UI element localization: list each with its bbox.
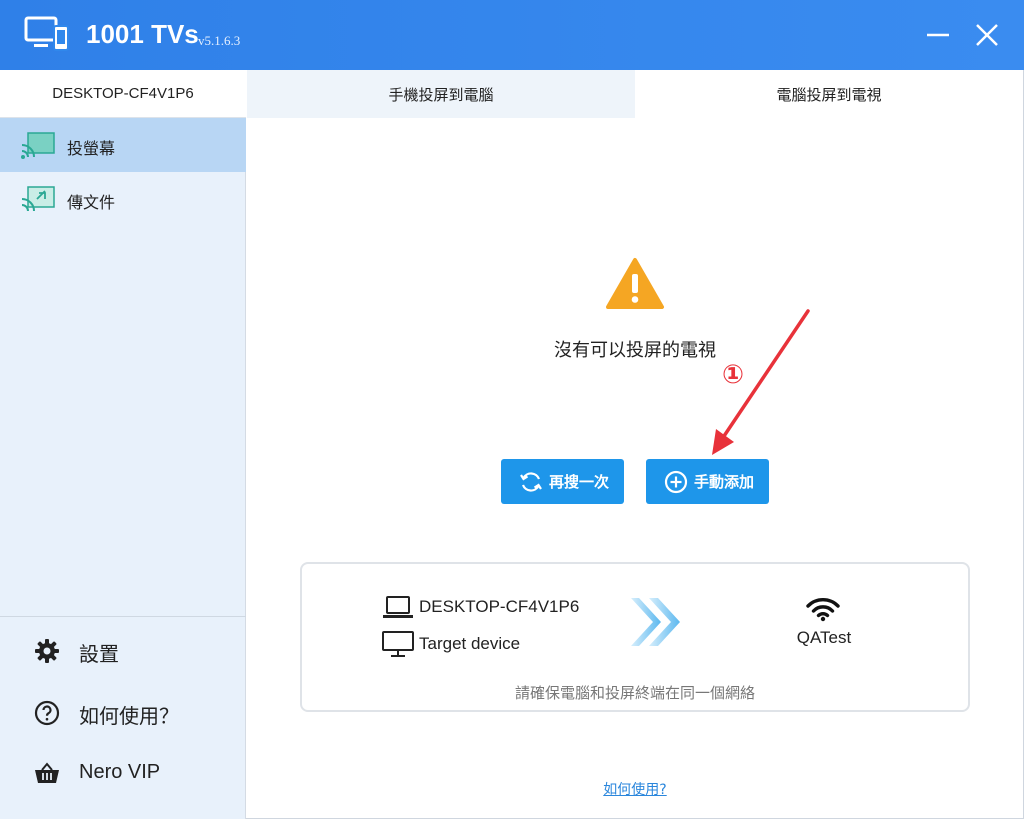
sidebar-item-label: 投螢幕 <box>67 139 116 158</box>
close-button[interactable] <box>970 18 1004 52</box>
nero-vip-label: Nero VIP <box>79 761 161 783</box>
add-manually-button[interactable]: 手動添加 <box>646 459 769 504</box>
nero-vip-button[interactable]: Nero VIP <box>0 743 246 803</box>
monitor-icon <box>382 631 414 657</box>
basket-icon <box>35 762 59 783</box>
plus-circle-icon <box>664 470 688 493</box>
settings-button[interactable]: 設置 <box>0 620 246 680</box>
help-circle-icon <box>34 700 60 726</box>
screen-cast-icon <box>21 132 55 159</box>
file-transfer-icon <box>21 186 55 212</box>
annotation-label: ① <box>722 360 745 390</box>
add-manually-label: 手動添加 <box>694 473 755 491</box>
same-network-hint: 請確保電腦和投屏終端在同一個網絡 <box>514 684 755 702</box>
rescan-label: 再搜一次 <box>549 473 610 491</box>
laptop-icon <box>383 596 413 618</box>
gear-icon <box>35 639 59 663</box>
minimize-button[interactable] <box>921 18 955 52</box>
app-logo-icon <box>24 16 69 51</box>
rescan-button[interactable]: 再搜一次 <box>501 459 624 504</box>
source-device-name: DESKTOP-CF4V1P6 <box>419 597 580 616</box>
network-name: QATest <box>796 628 852 647</box>
connection-info-panel: DESKTOP-CF4V1P6 Target device QATest 請確保… <box>300 562 970 712</box>
app-version: v5.1.6.3 <box>198 33 241 48</box>
sidebar-item-label: 傳文件 <box>67 193 116 212</box>
sidebar-item-file-transfer[interactable]: 傳文件 <box>0 172 246 226</box>
tab-pc-to-tv[interactable]: 電腦投屏到電視 <box>635 70 1023 118</box>
title-bar: 1001 TVs v5.1.6.3 <box>0 0 1024 70</box>
tab-phone-to-pc[interactable]: 手機投屏到電腦 <box>247 70 635 118</box>
device-name: DESKTOP-CF4V1P6 <box>0 70 246 118</box>
settings-label: 設置 <box>79 644 119 666</box>
sidebar: DESKTOP-CF4V1P6 投螢幕 傳文件 設置 如何使用？ Nero VI… <box>0 70 246 819</box>
target-device-name: Target device <box>419 634 521 653</box>
sidebar-item-cast-screen[interactable]: 投螢幕 <box>0 118 246 172</box>
double-chevron-right-icon <box>631 598 680 646</box>
refresh-icon <box>520 471 542 492</box>
app-title: 1001 TVs <box>86 19 199 49</box>
tab-bar: 手機投屏到電腦 電腦投屏到電視 <box>247 70 1023 118</box>
how-to-use-link[interactable]: 如何使用? <box>580 779 690 799</box>
wifi-icon <box>806 598 840 622</box>
annotation-arrow-icon <box>712 309 810 455</box>
how-to-use-label: 如何使用？ <box>79 706 179 728</box>
how-to-use-button[interactable]: 如何使用？ <box>0 682 246 742</box>
warning-icon <box>606 258 664 309</box>
sidebar-divider <box>0 616 246 617</box>
